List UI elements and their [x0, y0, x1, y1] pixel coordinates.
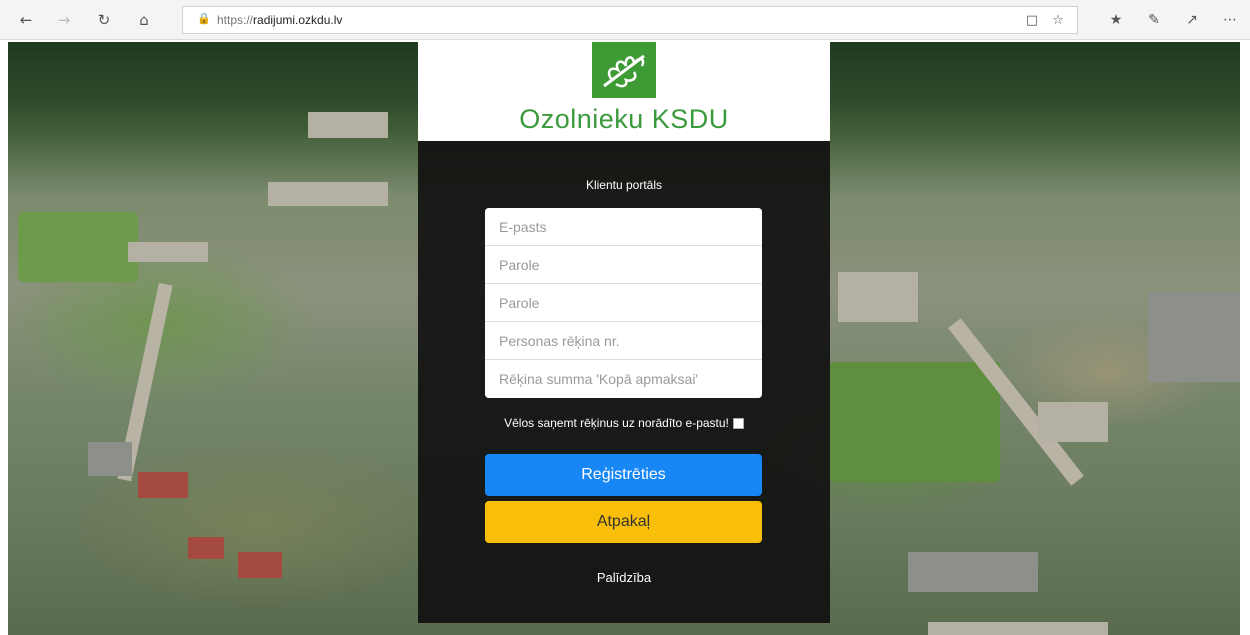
- oak-leaf-logo-icon: [592, 42, 656, 98]
- building: [128, 242, 208, 262]
- back-arrow-icon[interactable]: ←: [14, 8, 38, 32]
- logo-text: Ozolnieku KSDU: [519, 104, 729, 134]
- home-icon[interactable]: ⌂: [132, 8, 156, 32]
- url-host: radijumi.ozkdu.lv: [253, 13, 343, 27]
- more-icon[interactable]: ⋯: [1218, 8, 1242, 32]
- building: [928, 622, 1108, 635]
- favorites-icon[interactable]: ★: [1104, 8, 1128, 32]
- url-text[interactable]: https://radijumi.ozkdu.lv: [217, 13, 342, 27]
- address-bar[interactable]: 🔒 https://radijumi.ozkdu.lv □ ☆: [182, 6, 1078, 34]
- invoice-sum-field[interactable]: [485, 360, 762, 398]
- registration-fields: [485, 208, 762, 398]
- email-field[interactable]: [485, 208, 762, 246]
- password-confirm-field[interactable]: [485, 284, 762, 322]
- share-icon[interactable]: ↗: [1180, 8, 1204, 32]
- refresh-icon[interactable]: ↻: [92, 8, 116, 32]
- building: [1038, 402, 1108, 442]
- star-icon[interactable]: ☆: [1049, 11, 1067, 29]
- building: [1148, 292, 1240, 382]
- reading-view-icon[interactable]: □: [1023, 11, 1041, 29]
- help-link[interactable]: Palīdzība: [418, 570, 830, 585]
- forward-arrow-icon[interactable]: →: [52, 8, 76, 32]
- email-invoices-consent: Vēlos saņemt rēķinus uz norādīto e-pastu…: [418, 416, 830, 430]
- pen-icon[interactable]: ✎: [1142, 8, 1166, 32]
- url-prefix: https://: [217, 13, 254, 27]
- portal-title: Klientu portāls: [585, 178, 663, 192]
- password-field[interactable]: [485, 246, 762, 284]
- registration-panel: Ozolnieku KSDU Klientu portāls Vēlos saņ…: [418, 42, 830, 623]
- building: [838, 272, 918, 322]
- building: [268, 182, 388, 206]
- building: [308, 112, 388, 138]
- field-area: [18, 212, 138, 282]
- logo-header: Ozolnieku KSDU: [418, 42, 830, 141]
- browser-toolbar: ← → ↻ ⌂ 🔒 https://radijumi.ozkdu.lv □ ☆ …: [0, 0, 1250, 40]
- lock-icon: 🔒: [197, 12, 211, 25]
- consent-label: Vēlos saņemt rēķinus uz norādīto e-pastu…: [504, 416, 729, 430]
- building: [88, 442, 132, 476]
- building: [138, 472, 188, 498]
- building: [238, 552, 282, 578]
- consent-checkbox[interactable]: [732, 417, 744, 429]
- building: [908, 552, 1038, 592]
- register-button[interactable]: Reģistrēties: [485, 454, 762, 496]
- building: [188, 537, 224, 559]
- account-number-field[interactable]: [485, 322, 762, 360]
- field-area: [830, 362, 1000, 482]
- back-button[interactable]: Atpakaļ: [485, 501, 762, 543]
